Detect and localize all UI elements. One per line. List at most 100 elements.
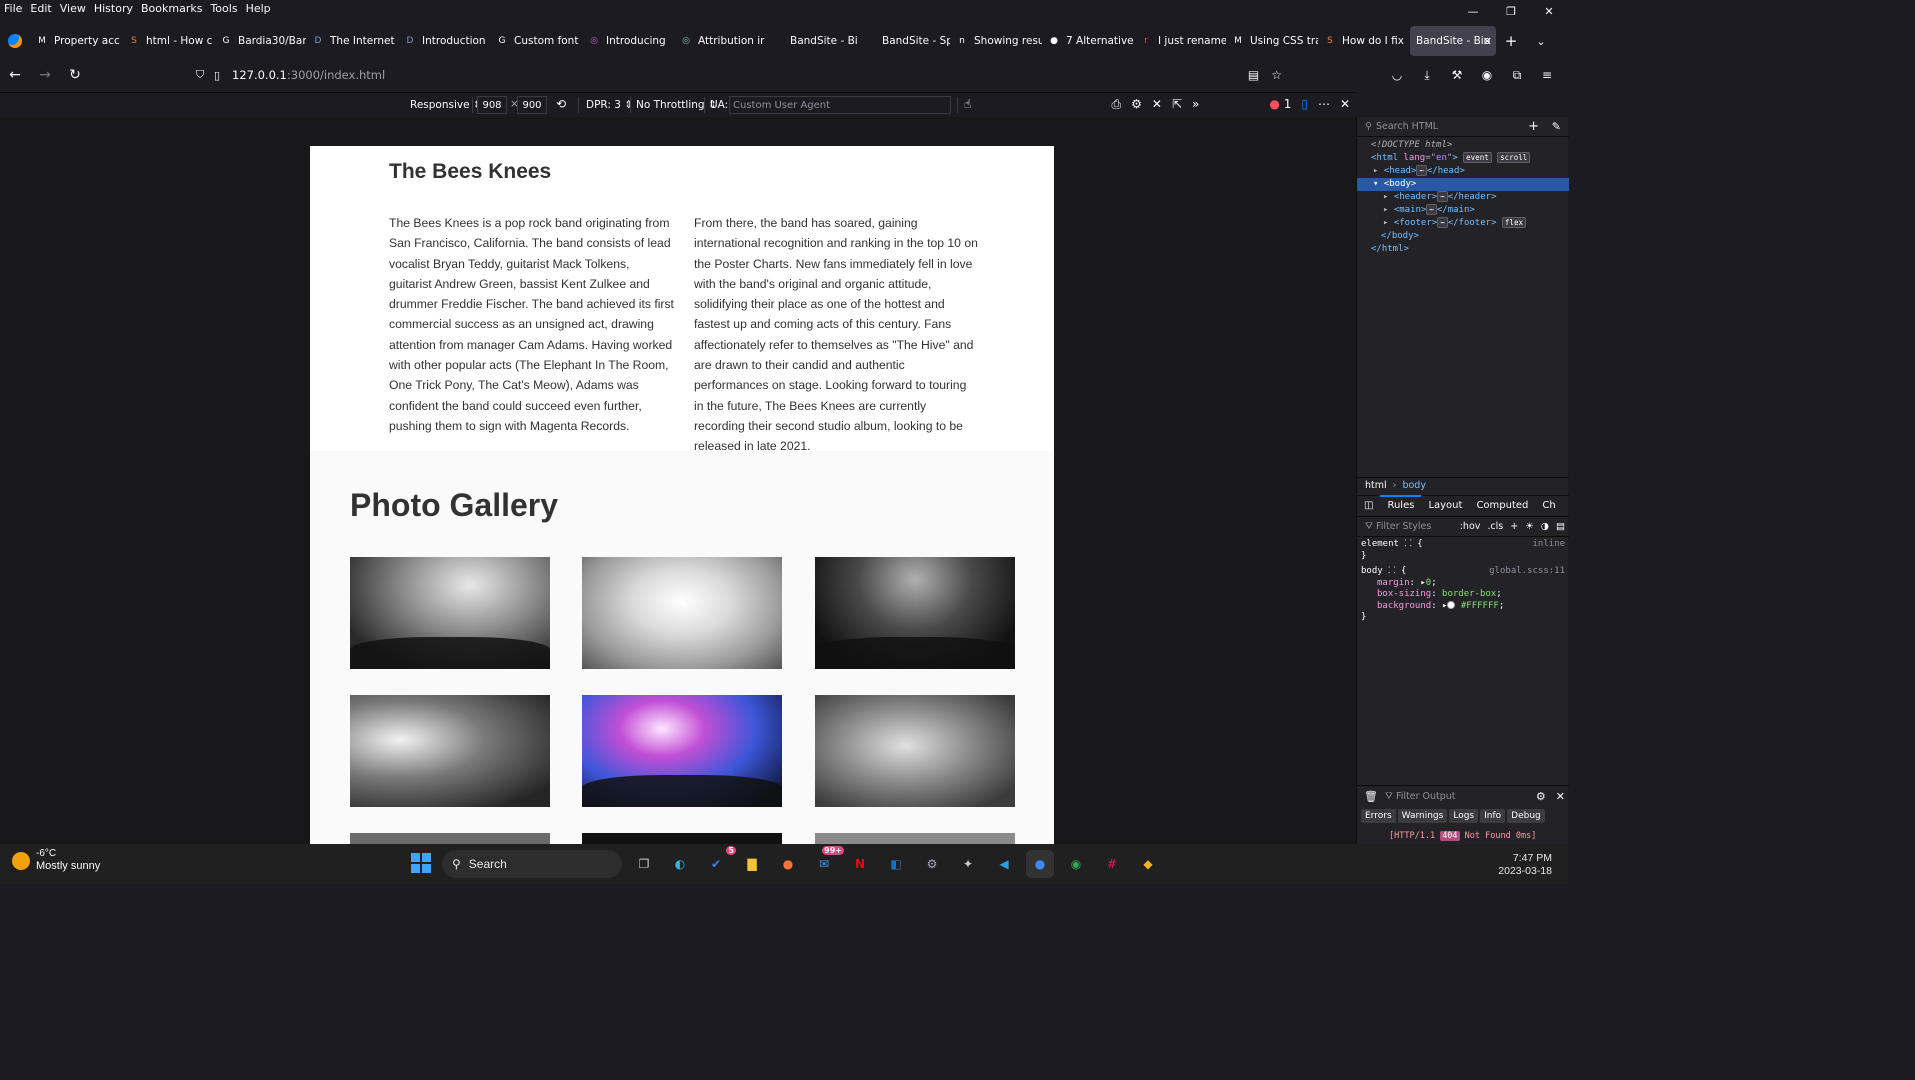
tab[interactable]: G Bardia30/Ban (214, 26, 307, 56)
menu-help[interactable]: Help (242, 2, 275, 15)
rules-filter[interactable]: ⛛ Filter Styles :hov .cls + ☀ ◑ ▤ (1357, 517, 1569, 537)
tab-active[interactable]: BandSite - Bio ✕ (1410, 26, 1496, 56)
devtools-wrench-icon[interactable]: ⚒ (1442, 62, 1472, 88)
taskbar-search[interactable]: ⚲ Search (442, 850, 622, 878)
minimize-icon[interactable]: — (1454, 0, 1492, 22)
responsive-mode-icon[interactable]: ▯ (1301, 97, 1308, 112)
dock-icon[interactable]: ⇱ (1172, 97, 1182, 112)
tree-node-selected[interactable]: ▾ <body> (1357, 178, 1569, 191)
html-search[interactable]: ⚲ Search HTML + ✎ (1357, 117, 1569, 137)
tree-node[interactable]: ▸ <header> ⋯ </header> (1357, 191, 1569, 204)
tab[interactable]: ◎ Attribution ir (674, 26, 766, 56)
print-simulation-icon[interactable]: ▤ (1556, 521, 1565, 532)
shield-icon[interactable]: ⛉ (196, 68, 214, 82)
devtools-menu-icon[interactable]: ⋯ (1318, 97, 1330, 112)
forward-icon[interactable]: → (30, 60, 60, 90)
menu-file[interactable]: File (0, 2, 26, 15)
viewport-height-input[interactable]: 900 (517, 96, 547, 114)
tab[interactable]: M Using CSS tra (1226, 26, 1318, 56)
tree-node[interactable]: <!DOCTYPE html> (1357, 139, 1569, 152)
tree-node[interactable]: <html lang="en"> event scroll (1357, 152, 1569, 165)
add-node-icon[interactable]: + (1528, 119, 1539, 134)
firefox-dev-icon[interactable]: ● (1026, 850, 1054, 878)
tab-layout[interactable]: Layout (1421, 495, 1469, 517)
viewport-width-input[interactable]: 908 (477, 96, 507, 114)
bookmark-star-icon[interactable]: ☆ (1271, 68, 1282, 82)
tab[interactable]: S How do I fix (1318, 26, 1410, 56)
weather-widget[interactable]: -6°C Mostly sunny (12, 848, 100, 873)
clock[interactable]: 7:47 PM 2023-03-18 (1498, 852, 1552, 878)
breadcrumb-body[interactable]: body (1402, 480, 1426, 491)
outlook-icon[interactable]: ◧ (882, 850, 910, 878)
add-rule-icon[interactable]: + (1510, 521, 1518, 532)
filter-info[interactable]: Info (1480, 809, 1506, 823)
mail-icon[interactable]: ✉ 99+ (810, 846, 844, 878)
user-agent-input[interactable]: Custom User Agent (729, 96, 951, 114)
rule-declaration[interactable]: box-sizing: border-box; (1361, 589, 1567, 601)
extensions-icon[interactable]: ⧉ (1502, 62, 1532, 88)
netflix-icon[interactable]: N (846, 850, 874, 878)
menu-edit[interactable]: Edit (26, 2, 55, 15)
close-rdm-icon[interactable]: ✕ (1152, 97, 1162, 112)
hov-toggle[interactable]: :hov (1460, 521, 1481, 532)
edge-icon[interactable]: ◐ (666, 850, 694, 878)
rotate-icon[interactable]: ⟲ (556, 97, 566, 111)
windows-start-icon[interactable] (411, 853, 431, 873)
screenshot-icon[interactable]: ⎙ (1112, 97, 1122, 112)
firefox-icon[interactable]: ● (774, 850, 802, 878)
firefox-view-icon[interactable] (0, 26, 30, 56)
console-settings-icon[interactable]: ⚙ (1536, 790, 1546, 803)
error-count[interactable]: ● 1 (1269, 97, 1291, 112)
restore-icon[interactable]: ❐ (1492, 0, 1530, 22)
tab[interactable]: D Introduction (398, 26, 490, 56)
tab[interactable]: M Property acc (30, 26, 122, 56)
tab[interactable]: r I just rename (1134, 26, 1226, 56)
dark-scheme-icon[interactable]: ◑ (1541, 521, 1549, 532)
more-tools-icon[interactable]: » (1192, 97, 1199, 112)
tab-rules[interactable]: Rules (1380, 495, 1422, 517)
menu-view[interactable]: View (56, 2, 90, 15)
settings-icon[interactable]: ⚙ (1131, 97, 1142, 112)
new-tab-icon[interactable]: + (1496, 32, 1526, 50)
menu-history[interactable]: History (90, 2, 137, 15)
device-selector[interactable]: Responsive ⇕ (410, 99, 482, 111)
filter-logs[interactable]: Logs (1449, 809, 1479, 823)
back-icon[interactable]: ← (0, 60, 30, 90)
cls-toggle[interactable]: .cls (1487, 521, 1503, 532)
tree-node[interactable]: ▸ <head> ⋯ </head> (1357, 165, 1569, 178)
downloads-icon[interactable]: ⤓ (1412, 62, 1442, 88)
tree-node[interactable]: ▸ <main> ⋯ </main> (1357, 204, 1569, 217)
account-icon[interactable]: ◉ (1472, 62, 1502, 88)
light-scheme-icon[interactable]: ☀ (1525, 521, 1534, 532)
file-explorer-icon[interactable]: ▇ (738, 850, 766, 878)
close-devtools-icon[interactable]: ✕ (1340, 97, 1350, 112)
tab[interactable]: Shtml - How c (122, 26, 214, 56)
console-filter-input[interactable]: Filter Output (1396, 791, 1456, 802)
hamburger-menu-icon[interactable]: ≡ (1532, 62, 1562, 88)
reload-icon[interactable]: ↻ (60, 60, 90, 90)
tab[interactable]: D The Internet (306, 26, 398, 56)
rule-source[interactable]: global.scss:11 (1489, 566, 1565, 578)
pocket-icon[interactable]: ◡ (1382, 62, 1412, 88)
tree-node[interactable]: </body> (1357, 230, 1569, 243)
tab[interactable]: ● 7 Alternative (1042, 26, 1134, 56)
reader-view-icon[interactable]: ▤ (1248, 68, 1259, 82)
tab-computed[interactable]: Computed (1469, 495, 1535, 517)
tree-node[interactable]: ▸ <footer> ⋯ </footer> flex (1357, 217, 1569, 230)
dpr-selector[interactable]: DPR: 3 ⇕ (586, 99, 633, 111)
sidebar-toggle-icon[interactable]: ◫ (1357, 495, 1380, 517)
breadcrumb-html[interactable]: html (1365, 480, 1387, 491)
vscode-icon[interactable]: ◀ (990, 850, 1018, 878)
close-tab-icon[interactable]: ✕ (1483, 35, 1492, 48)
list-tabs-icon[interactable]: ⌄ (1526, 35, 1556, 48)
chrome-icon[interactable]: ◉ (1062, 850, 1090, 878)
tab[interactable]: G Custom font (490, 26, 582, 56)
app-icon[interactable]: ✦ (954, 850, 982, 878)
task-view-icon[interactable]: ❐ (630, 850, 658, 878)
close-window-icon[interactable]: ✕ (1530, 0, 1568, 22)
tab[interactable]: n Showing resu (950, 26, 1042, 56)
filter-warnings[interactable]: Warnings (1397, 809, 1448, 823)
git-kraken-icon[interactable]: ◆ (1134, 850, 1162, 878)
trash-icon[interactable]: 🗑 (1357, 790, 1385, 803)
settings-app-icon[interactable]: ⚙ (918, 850, 946, 878)
